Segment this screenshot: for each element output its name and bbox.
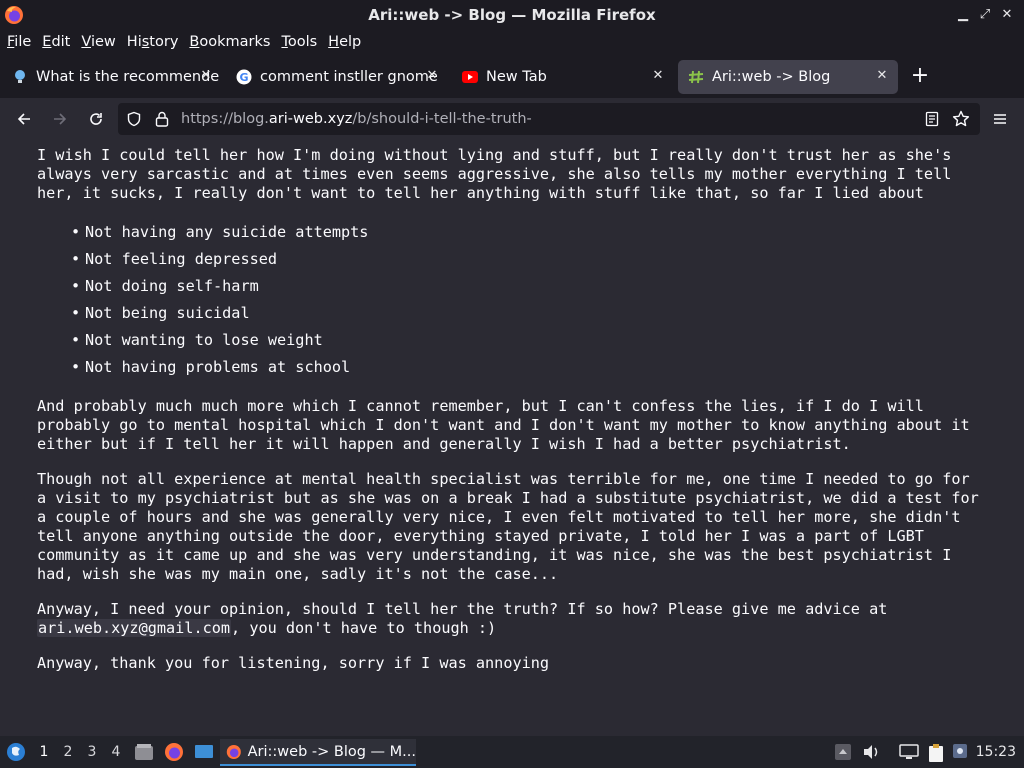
menu-tools[interactable]: Tools: [281, 34, 317, 50]
tray-arrow-icon[interactable]: [834, 743, 852, 765]
firefox-launcher-icon[interactable]: [164, 742, 184, 766]
close-tab-icon[interactable]: ✕: [198, 68, 214, 84]
clipboard-icon[interactable]: [926, 743, 946, 767]
tab-label: comment instller gnome: [260, 69, 438, 85]
file-manager-icon[interactable]: [134, 743, 154, 765]
menu-help[interactable]: Help: [328, 34, 361, 50]
new-tab-plus-icon[interactable]: +: [908, 65, 932, 89]
workspace-3[interactable]: 3: [84, 744, 100, 760]
paragraph-substitute-psychiatrist: Though not all experience at mental heal…: [37, 470, 988, 583]
workspace-4[interactable]: 4: [108, 744, 124, 760]
reload-icon[interactable]: [84, 107, 108, 131]
firefox-task-icon: [226, 744, 241, 759]
tab-label: New Tab: [486, 69, 547, 85]
google-icon: G: [236, 69, 252, 85]
notification-icon[interactable]: [952, 743, 972, 767]
bookmark-star-icon[interactable]: [952, 110, 970, 132]
menu-bookmarks[interactable]: Bookmarks: [189, 34, 270, 50]
page-content: I wish I could tell her how I'm doing wi…: [0, 140, 1024, 736]
email-address[interactable]: ari.web.xyz@gmail.com: [37, 619, 232, 637]
title-bar: Ari::web -> Blog — Mozilla Firefox ▁ ⤢ ✕: [0, 0, 1024, 30]
list-item: Not having problems at school: [71, 354, 985, 381]
intro-paragraph: I wish I could tell her how I'm doing wi…: [37, 146, 961, 202]
restore-icon[interactable]: ⤢: [974, 6, 996, 24]
close-window-icon[interactable]: ✕: [996, 6, 1018, 24]
tab-label: Ari::web -> Blog: [712, 69, 831, 85]
window-controls: ▁ ⤢ ✕: [952, 6, 1018, 24]
menu-history[interactable]: History: [127, 34, 179, 50]
list-item: Not wanting to lose weight: [71, 327, 985, 354]
tab-new-tab[interactable]: New Tab ✕: [452, 60, 674, 94]
menu-bar: File Edit View History Bookmarks Tools H…: [0, 30, 1024, 54]
menu-edit[interactable]: Edit: [42, 34, 70, 50]
volume-icon[interactable]: [862, 743, 882, 765]
list-item: Not doing self-harm: [71, 273, 985, 300]
lock-icon[interactable]: [154, 110, 170, 132]
list-item: Not having any suicide attempts: [71, 219, 985, 246]
taskbar-firefox-window[interactable]: Ari::web -> Blog — M...: [220, 739, 416, 766]
close-tab-icon[interactable]: ✕: [874, 68, 890, 84]
task-label: Ari::web -> Blog — M...: [247, 743, 416, 760]
url-text[interactable]: https://blog.ari-web.xyz/b/should-i-tell…: [181, 111, 532, 127]
blog-article: I wish I could tell her how I'm doing wi…: [37, 146, 985, 689]
paragraph-closing: Anyway, thank you for listening, sorry i…: [37, 654, 550, 672]
tab-recommended[interactable]: What is the recommende ✕: [2, 60, 222, 94]
lightbulb-icon: [12, 69, 28, 85]
workspace-1[interactable]: 1: [36, 744, 52, 760]
url-bar[interactable]: https://blog.ari-web.xyz/b/should-i-tell…: [118, 103, 980, 135]
taskbar: 1 2 3 4 Ari::web -> Blog — M... 15:23: [0, 736, 1024, 768]
lies-list: Not having any suicide attempts Not feel…: [71, 219, 985, 381]
window-title: Ari::web -> Blog — Mozilla Firefox: [368, 6, 656, 24]
tab-ari-web-blog[interactable]: Ari::web -> Blog ✕: [678, 60, 898, 94]
tab-comment-installer[interactable]: G comment instller gnome ✕: [226, 60, 448, 94]
close-tab-icon[interactable]: ✕: [424, 68, 440, 84]
app-menu-icon[interactable]: [6, 742, 26, 766]
workspace-2[interactable]: 2: [60, 744, 76, 760]
svg-text:G: G: [239, 71, 248, 84]
firefox-logo-icon: [5, 6, 23, 24]
menu-view[interactable]: View: [81, 34, 115, 50]
list-item: Not being suicidal: [71, 300, 985, 327]
tab-label: What is the recommende: [36, 69, 220, 85]
forward-arrow-icon[interactable]: [48, 107, 72, 131]
paragraph-advice-request: Anyway, I need your opinion, should I te…: [37, 600, 897, 637]
youtube-icon: [462, 69, 478, 85]
tab-strip: What is the recommende ✕ G comment instl…: [0, 56, 1024, 98]
close-tab-icon[interactable]: ✕: [650, 68, 666, 84]
clock: 15:23: [975, 744, 1016, 760]
back-arrow-icon[interactable]: [12, 107, 36, 131]
hamburger-menu-icon[interactable]: [988, 107, 1012, 131]
hash-icon: [688, 69, 704, 85]
shield-icon[interactable]: [126, 111, 142, 131]
menu-file[interactable]: File: [7, 34, 31, 50]
list-item: Not feeling depressed: [71, 246, 985, 273]
desktop-icon[interactable]: [194, 743, 214, 765]
reader-view-icon[interactable]: [924, 111, 940, 131]
paragraph-lies-confession: And probably much much more which I cann…: [37, 397, 979, 453]
minimize-icon[interactable]: ▁: [952, 6, 974, 24]
navigation-bar: https://blog.ari-web.xyz/b/should-i-tell…: [0, 98, 1024, 140]
network-icon[interactable]: [898, 743, 920, 765]
